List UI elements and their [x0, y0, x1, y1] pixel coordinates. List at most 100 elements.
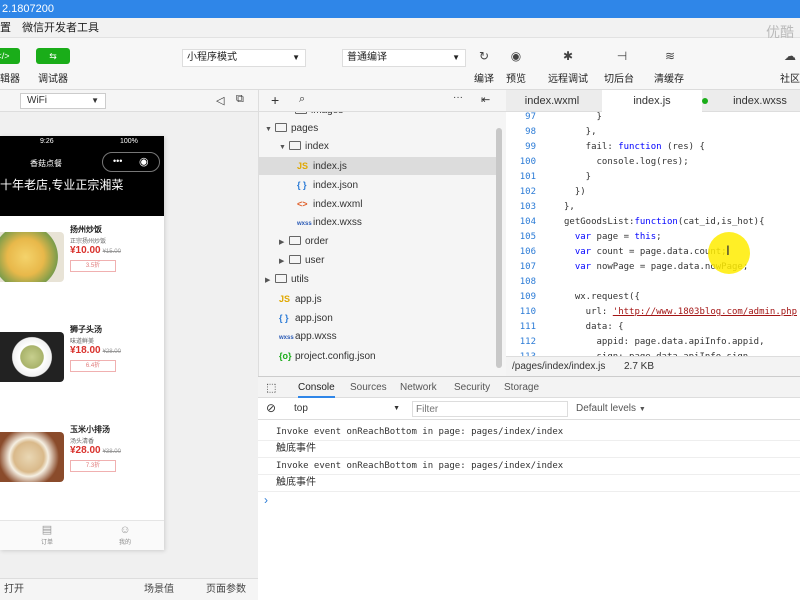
tree-folder-index[interactable]: ▼ index	[279, 138, 329, 156]
code-line[interactable]: 100 console.log(res);	[506, 155, 800, 170]
code-line[interactable]: 97 }	[506, 112, 800, 125]
tree-file-index-json[interactable]: { } index.json	[297, 176, 358, 194]
code-line[interactable]: 111 data: {	[506, 320, 800, 335]
context-select[interactable]: top ▼	[288, 401, 400, 417]
close-circle-icon[interactable]: ◉	[139, 155, 149, 168]
network-select-value: WiFi	[27, 95, 47, 106]
config-file-icon: {o}	[279, 351, 292, 361]
tree-file-app-js[interactable]: JS app.js	[279, 290, 322, 308]
window-icon[interactable]: ⧉	[236, 93, 244, 106]
status-time: 9:26	[40, 138, 54, 145]
log-levels-select[interactable]: Default levels ▼	[576, 401, 646, 418]
code-line[interactable]: 110 url: 'http://www.1803blog.com/admin.…	[506, 305, 800, 320]
debugger-toggle-label: 调试器	[38, 74, 68, 85]
tab-console[interactable]: Console	[298, 377, 335, 398]
food-item[interactable]: 玉米小排汤 汤头清香 ¥28.00 ¥38.00 7.3折	[0, 424, 164, 494]
code-line[interactable]: 109 wx.request({	[506, 290, 800, 305]
code-line[interactable]: 106 var count = page.data.count;	[506, 245, 800, 260]
tree-folder-utils[interactable]: ▶ utils	[265, 271, 309, 289]
tab-network[interactable]: Network	[400, 377, 437, 399]
menu-item-devtools[interactable]: 微信开发者工具	[22, 22, 99, 34]
tree-file-project-config[interactable]: {o} project.config.json	[279, 347, 376, 365]
refresh-icon[interactable]: ↻	[476, 48, 492, 64]
tab-security[interactable]: Security	[454, 377, 490, 399]
code-line[interactable]: 112 appid: page.data.apiInfo.appid,	[506, 335, 800, 350]
code-line[interactable]: 104 getGoodsList:function(cat_id,is_hot){	[506, 215, 800, 230]
open-button[interactable]: 打开	[4, 579, 24, 600]
debugger-toggle-button[interactable]: ⇆	[36, 48, 70, 64]
food-item[interactable]: 扬州炒饭 正宗扬州炒饭 ¥10.00 ¥15.00 3.5折	[0, 224, 164, 294]
compile-button[interactable]: 编译	[474, 70, 494, 85]
chevron-down-icon: ▼	[452, 53, 460, 62]
tree-folder-order[interactable]: ▶ order	[279, 233, 328, 251]
folder-icon	[289, 236, 301, 245]
console-filter-input[interactable]	[412, 401, 568, 417]
tab-mine[interactable]: ☺ 我的	[110, 523, 140, 546]
food-item[interactable]: 狮子头汤 味道鲜美 ¥18.00 ¥28.00 6.4折	[0, 324, 164, 394]
discount-button[interactable]: 3.5折	[70, 260, 116, 272]
page-params-button[interactable]: 页面参数	[206, 579, 246, 600]
background-icon[interactable]: ⊣	[614, 48, 630, 64]
background-button[interactable]: 切后台	[604, 70, 634, 85]
tab-index-js[interactable]: index.js	[602, 90, 702, 112]
layers-icon[interactable]: ≋	[662, 48, 678, 64]
tab-sources[interactable]: Sources	[350, 377, 387, 399]
tree-file-app-wxss[interactable]: wxssapp.wxss	[279, 328, 337, 346]
more-icon[interactable]: ···	[453, 92, 463, 103]
collapse-icon[interactable]: ⇤	[481, 93, 490, 106]
tab-storage[interactable]: Storage	[504, 377, 539, 399]
chevron-right-icon: ▶	[265, 277, 271, 284]
volume-icon[interactable]: ◁	[216, 94, 224, 107]
tree-file-index-wxml[interactable]: <> index.wxml	[297, 195, 362, 213]
tab-index-wxml[interactable]: index.wxml	[506, 90, 598, 112]
code-line[interactable]: 102 })	[506, 185, 800, 200]
code-text: console.log(res);	[564, 157, 689, 167]
preview-button[interactable]: 预览	[506, 70, 526, 85]
code-line[interactable]: 108	[506, 275, 800, 290]
more-icon[interactable]: •••	[113, 156, 122, 166]
menu-item-settings[interactable]: 置	[0, 22, 11, 34]
remote-debug-button[interactable]: 远程调试	[548, 70, 588, 85]
clear-cache-button[interactable]: 清缓存	[654, 70, 684, 85]
tab-index-wxss[interactable]: index.wxss	[720, 90, 800, 112]
tree-folder-user[interactable]: ▶ user	[279, 252, 324, 270]
chevron-down-icon: ▼	[279, 144, 286, 151]
discount-button[interactable]: 6.4折	[70, 360, 116, 372]
code-editor[interactable]: 97 } 98 }, 99 fail: function (res) {100 co…	[506, 112, 800, 356]
food-desc: 味道鲜美	[70, 339, 95, 345]
community-button[interactable]: 社区	[780, 70, 800, 85]
tree-folder-pages[interactable]: ▼ pages	[265, 120, 318, 138]
tab-order[interactable]: ▤ 订单	[32, 523, 62, 546]
inspect-icon[interactable]: ⬚	[266, 381, 276, 394]
bug-icon[interactable]: ✱	[560, 48, 576, 64]
code-line[interactable]: 99 fail: function (res) {	[506, 140, 800, 155]
code-line[interactable]: 98 },	[506, 125, 800, 140]
console-separator	[258, 440, 800, 441]
code-line[interactable]: 101 }	[506, 170, 800, 185]
price-value: ¥10.00	[70, 245, 101, 256]
compile-select[interactable]: 普通编译 ▼	[342, 49, 466, 67]
tree-folder-images[interactable]: images	[295, 112, 343, 120]
editor-toggle-button[interactable]: </>	[0, 48, 20, 64]
chat-icon[interactable]: ☁	[782, 48, 798, 64]
clear-console-icon[interactable]: ⊘	[266, 401, 276, 415]
code-line[interactable]: 105 var page = this;	[506, 230, 800, 245]
discount-button[interactable]: 7.3折	[70, 460, 116, 472]
tree-file-app-json[interactable]: { } app.json	[279, 309, 333, 327]
network-select[interactable]: WiFi ▼	[20, 93, 106, 109]
line-number: 112	[519, 337, 536, 347]
code-text: var page = this;	[574, 232, 662, 242]
code-line[interactable]: 103},	[506, 200, 800, 215]
capsule-menu[interactable]: ••• ◉	[102, 152, 160, 172]
code-line[interactable]: 107 var nowPage = page.data.nowPage;	[506, 260, 800, 275]
mode-select[interactable]: 小程序模式 ▼	[182, 49, 306, 67]
search-icon[interactable]: ⌕	[299, 93, 305, 106]
scene-value-button[interactable]: 场景值	[144, 579, 174, 600]
tree-file-index-wxss[interactable]: wxssindex.wxss	[297, 214, 362, 232]
tree-file-index-js[interactable]: JS index.js	[259, 157, 499, 175]
compile-select-value: 普通编译	[347, 52, 387, 63]
file-tree-scrollbar[interactable]	[496, 128, 502, 368]
add-icon[interactable]: +	[271, 92, 279, 108]
console-prompt[interactable]: ›	[264, 492, 268, 508]
eye-icon[interactable]: ◉	[508, 48, 524, 64]
